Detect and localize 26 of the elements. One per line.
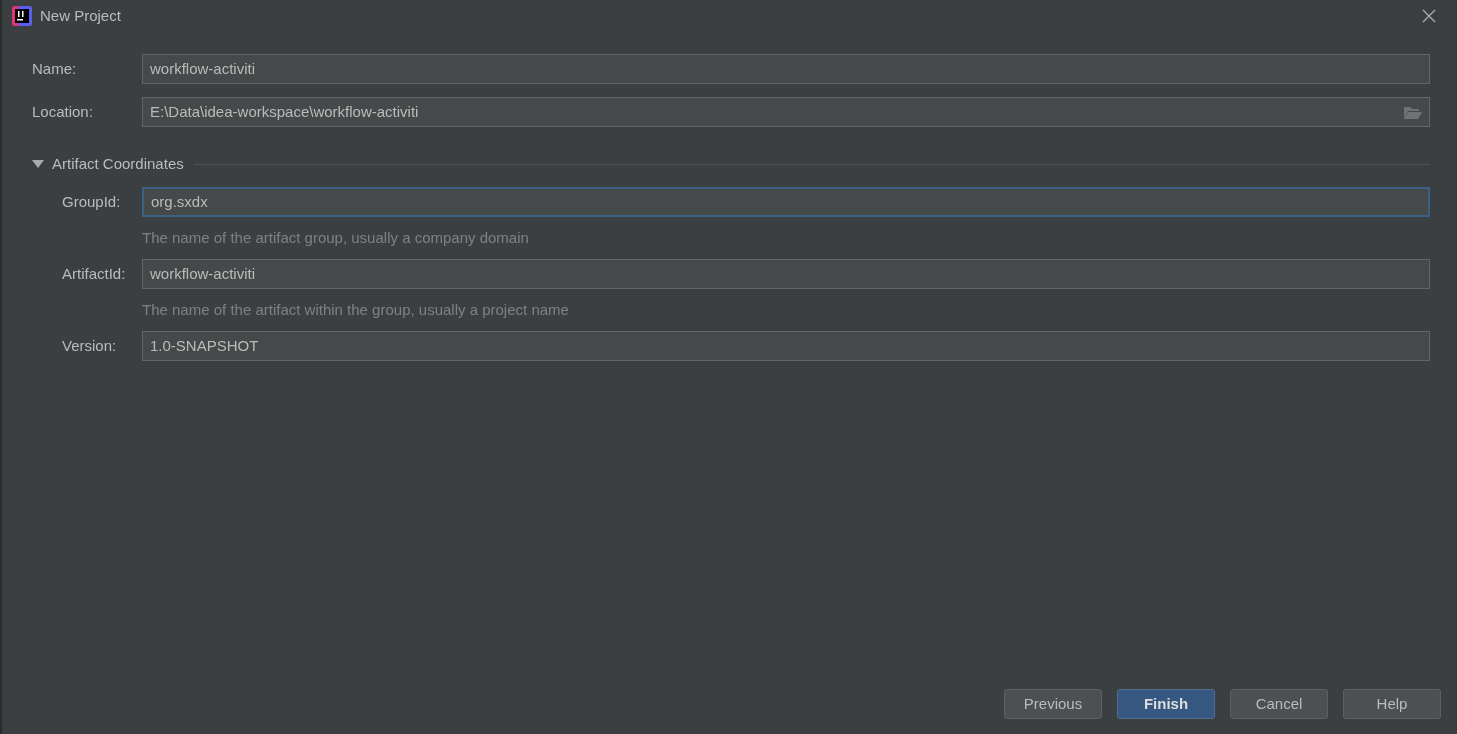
text-input[interactable]: workflow-activiti <box>150 57 1422 81</box>
window-title: New Project <box>40 5 121 26</box>
field-label: Location: <box>32 101 94 122</box>
text-input[interactable]: workflow-activiti <box>150 262 1422 286</box>
collapse-triangle-icon[interactable] <box>32 160 44 168</box>
field-label: GroupId: <box>62 191 122 212</box>
dialog-button[interactable]: Cancel <box>1230 689 1328 719</box>
text-field[interactable]: 1.0-SNAPSHOT <box>142 331 1430 361</box>
field-label: Name: <box>32 58 78 79</box>
text-field[interactable]: workflow-activiti <box>142 54 1430 84</box>
field-label: Version: <box>62 335 118 356</box>
dialog-button[interactable]: Finish <box>1117 689 1215 719</box>
dialog-button[interactable]: Help <box>1343 689 1441 719</box>
field-label: ArtifactId: <box>62 263 127 284</box>
field-hint: The name of the artifact group, usually a company domain <box>142 228 530 248</box>
text-field[interactable]: workflow-activiti <box>142 259 1430 289</box>
text-input[interactable]: org.sxdx <box>151 190 1421 214</box>
dialog-button[interactable]: Previous <box>1004 689 1102 719</box>
field-hint: The name of the artifact within the group, usually a project name <box>142 300 570 320</box>
text-field[interactable]: org.sxdx <box>142 187 1430 217</box>
text-input[interactable]: E:\Data\idea-workspace\workflow-activiti <box>150 100 1403 124</box>
text-field[interactable]: E:\Data\idea-workspace\workflow-activiti <box>142 97 1430 127</box>
section-title: Artifact Coordinates <box>52 153 184 174</box>
text-input[interactable]: 1.0-SNAPSHOT <box>150 334 1422 358</box>
app-logo-icon <box>12 6 32 26</box>
close-icon <box>1422 9 1436 23</box>
